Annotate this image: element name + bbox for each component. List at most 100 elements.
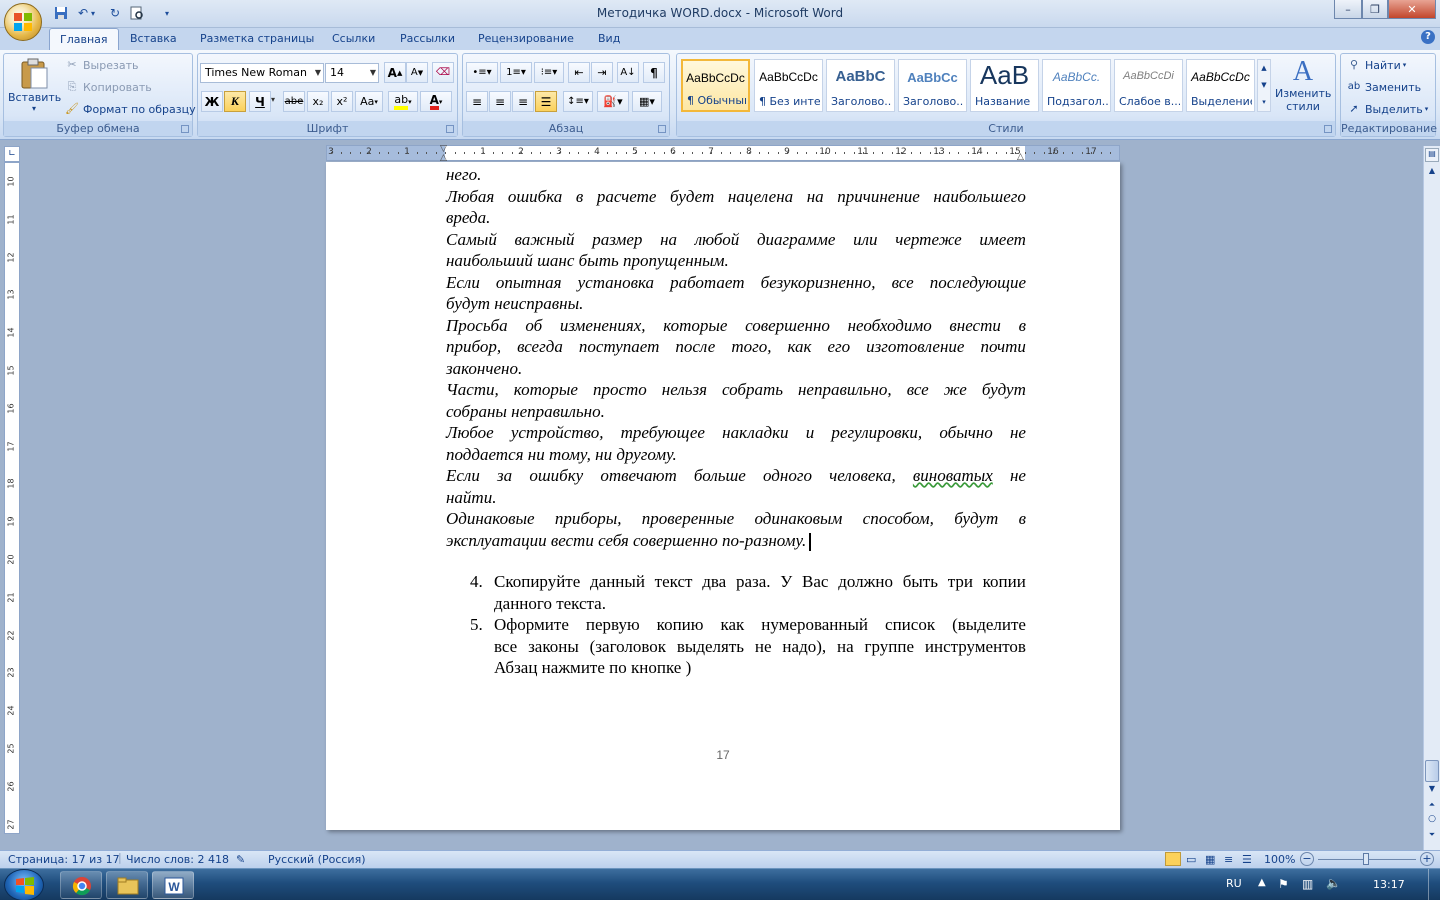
superscript-button[interactable]: x² xyxy=(331,91,353,112)
decrease-indent-button[interactable]: ⇤ xyxy=(568,62,590,83)
chrome-taskbar-button[interactable] xyxy=(60,871,102,899)
align-left-button[interactable]: ≡ xyxy=(466,91,488,112)
zoom-in-button[interactable]: + xyxy=(1420,852,1434,866)
bold-button[interactable]: Ж xyxy=(201,91,223,112)
line-spacing-button[interactable]: ↕≡▾ xyxy=(563,91,593,112)
vertical-ruler[interactable]: 10 11 12 13 14 15 16 17 18 19 20 21 22 23 24 25 26 27 xyxy=(4,162,20,834)
tab-view[interactable]: Вид xyxy=(588,28,630,50)
start-button[interactable] xyxy=(4,869,44,900)
clock[interactable]: 13:17 xyxy=(1373,878,1405,891)
select-browse-object-icon[interactable]: ○ xyxy=(1425,814,1439,826)
maximize-button[interactable]: ❐ xyxy=(1362,0,1388,19)
vertical-scrollbar[interactable]: ▤ ▲ ▼ ⏶ ○ ⏷ xyxy=(1423,146,1440,850)
explorer-taskbar-button[interactable] xyxy=(106,871,148,899)
change-case-button[interactable]: Aa ▾ xyxy=(355,91,383,112)
zoom-out-button[interactable]: − xyxy=(1300,852,1314,866)
redo-icon[interactable]: ↻ xyxy=(106,5,124,21)
view-ruler-icon[interactable]: ▤ xyxy=(1425,148,1439,162)
minimize-button[interactable]: – xyxy=(1334,0,1362,19)
cut-button[interactable]: ✂ Вырезать xyxy=(64,57,138,73)
select-button[interactable]: ➚ Выделить ▾ xyxy=(1346,101,1428,117)
tab-mailings[interactable]: Рассылки xyxy=(390,28,465,50)
page-count[interactable]: Страница: 17 из 17 xyxy=(8,853,120,866)
justify-button[interactable]: ☰ xyxy=(535,91,557,112)
change-styles-button[interactable]: A Изменить стили xyxy=(1275,57,1331,119)
subscript-button[interactable]: x₂ xyxy=(307,91,329,112)
shrink-font-button[interactable]: A ▼ xyxy=(406,62,428,83)
paste-button[interactable]: Вставить ▾ xyxy=(8,56,61,116)
italic-button[interactable]: К xyxy=(224,91,246,112)
proofing-icon[interactable]: ✎ xyxy=(236,853,245,866)
laws-text[interactable]: него. Любая ошибка в расчете будет нацелена на п… xyxy=(446,164,1026,551)
tab-review[interactable]: Рецензирование xyxy=(468,28,584,50)
shading-button[interactable]: ⛽▾ xyxy=(597,91,629,112)
clipboard-launcher-icon[interactable] xyxy=(181,125,189,133)
find-button[interactable]: ⚲ Найти ▾ xyxy=(1346,57,1406,73)
tab-references[interactable]: Ссылки xyxy=(322,28,385,50)
undo-dropdown-icon[interactable]: ▾ xyxy=(88,5,98,21)
network-icon[interactable]: ▥ xyxy=(1302,877,1313,891)
copy-button[interactable]: ⎘ Копировать xyxy=(64,79,152,95)
office-button[interactable] xyxy=(4,3,42,41)
show-desktop-button[interactable] xyxy=(1428,869,1440,900)
help-icon[interactable]: ? xyxy=(1421,30,1435,44)
instructions-list[interactable]: 4. Скопируйте данный текст два раза. У Вас должн… xyxy=(446,571,1026,679)
language-indicator[interactable]: Русский (Россия) xyxy=(268,853,366,866)
underline-button[interactable]: Ч xyxy=(249,91,271,112)
underline-dropdown-icon[interactable]: ▾ xyxy=(271,95,275,104)
show-hidden-icons[interactable]: ▲ xyxy=(1258,877,1266,888)
font-name-combo[interactable]: Times New Roman ▼ xyxy=(200,63,324,83)
replace-button[interactable]: ab Заменить xyxy=(1346,79,1421,95)
align-right-button[interactable]: ≡ xyxy=(512,91,534,112)
zoom-slider-thumb[interactable] xyxy=(1363,853,1369,865)
scroll-down-arrow[interactable]: ▼ xyxy=(1425,784,1439,796)
style-subtitle[interactable]: AaBbCc. Подзагол... xyxy=(1042,59,1111,112)
outline-icon[interactable]: ≡ xyxy=(1224,853,1233,866)
draft-icon[interactable]: ☰ xyxy=(1242,853,1252,866)
increase-indent-button[interactable]: ⇥ xyxy=(591,62,613,83)
clear-formatting-button[interactable]: ⌫ xyxy=(432,62,454,83)
multilevel-list-button[interactable]: ⁝≡▾ xyxy=(534,62,564,83)
print-layout-icon[interactable] xyxy=(1165,852,1181,866)
numbering-button[interactable]: 1≡▾ xyxy=(500,62,532,83)
bullets-button[interactable]: •≡▾ xyxy=(466,62,498,83)
style-heading-2[interactable]: AaBbCc Заголово... xyxy=(898,59,967,112)
volume-icon[interactable]: 🔈 xyxy=(1326,876,1341,890)
tab-stop-selector[interactable]: ∟ xyxy=(4,146,20,162)
style-title[interactable]: AaB Название xyxy=(970,59,1039,112)
save-icon[interactable] xyxy=(52,5,70,21)
scroll-up-arrow[interactable]: ▲ xyxy=(1425,166,1439,178)
styles-launcher-icon[interactable] xyxy=(1324,125,1332,133)
style-normal[interactable]: AaBbCcDc ¶ Обычный xyxy=(681,59,750,112)
zoom-level[interactable]: 100% xyxy=(1264,853,1295,866)
highlight-button[interactable]: ab ▾ xyxy=(388,91,418,112)
show-marks-button[interactable]: ¶ xyxy=(643,62,665,83)
horizontal-ruler[interactable]: 3211234567891011121314151617 ▽ △ △ xyxy=(326,144,1120,163)
font-size-combo[interactable]: 14 ▼ xyxy=(325,63,379,83)
web-layout-icon[interactable]: ▦ xyxy=(1205,853,1215,866)
word-taskbar-button[interactable]: W xyxy=(152,871,194,899)
grow-font-button[interactable]: A ▲ xyxy=(384,62,406,83)
next-page-icon[interactable]: ⏷ xyxy=(1425,830,1439,842)
tab-home[interactable]: Главная xyxy=(49,28,119,51)
style-emphasis[interactable]: AaBbCcDc Выделение xyxy=(1186,59,1255,112)
close-button[interactable]: ✕ xyxy=(1388,0,1436,19)
borders-button[interactable]: ▦▾ xyxy=(632,91,662,112)
tab-page-layout[interactable]: Разметка страницы xyxy=(190,28,324,50)
print-preview-icon[interactable] xyxy=(128,5,146,21)
previous-page-icon[interactable]: ⏶ xyxy=(1425,800,1439,812)
style-subtle-emphasis[interactable]: AaBbCcDi Слабое в... xyxy=(1114,59,1183,112)
action-center-icon[interactable]: ⚑ xyxy=(1278,877,1289,891)
style-no-spacing[interactable]: AaBbCcDc ¶ Без инте... xyxy=(754,59,823,112)
styles-scroll[interactable]: ▲ ▼ ▾ xyxy=(1257,59,1271,112)
full-screen-reading-icon[interactable]: ▭ xyxy=(1186,853,1196,866)
paragraph-launcher-icon[interactable] xyxy=(658,125,666,133)
tab-insert[interactable]: Вставка xyxy=(120,28,187,50)
font-launcher-icon[interactable] xyxy=(446,125,454,133)
right-indent-marker[interactable]: △ xyxy=(1017,152,1024,162)
format-painter-button[interactable]: 🖌 Формат по образцу xyxy=(64,101,196,117)
scrollbar-thumb[interactable] xyxy=(1425,760,1439,782)
paste-dropdown-icon[interactable]: ▾ xyxy=(8,104,60,113)
strikethrough-button[interactable]: abe xyxy=(283,91,305,112)
word-count[interactable]: Число слов: 2 418 xyxy=(126,853,229,866)
